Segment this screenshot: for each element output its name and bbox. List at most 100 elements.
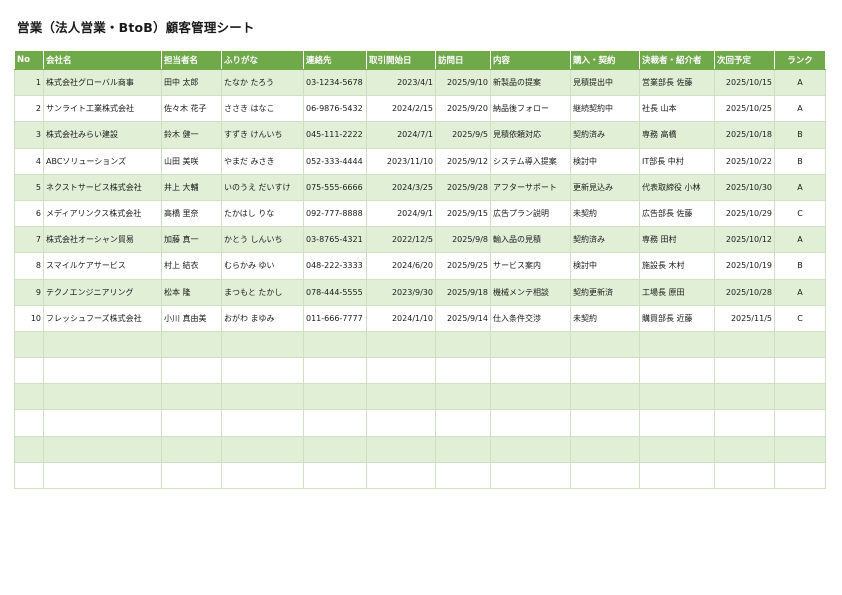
cell-contact[interactable]: 加藤 真一 bbox=[161, 226, 222, 254]
cell-decision-maker[interactable] bbox=[639, 357, 715, 385]
cell-decision-maker[interactable]: 広告部長 佐藤 bbox=[639, 199, 715, 228]
cell-content[interactable]: 仕入条件交渉 bbox=[490, 304, 571, 332]
cell-contract[interactable]: 検討中 bbox=[570, 147, 640, 175]
cell-furigana[interactable]: たなか たろう bbox=[221, 68, 304, 97]
col-header-phone[interactable]: 連絡先 bbox=[303, 50, 367, 70]
cell-furigana[interactable]: たかはし りな bbox=[221, 199, 304, 228]
cell-next-plan[interactable] bbox=[714, 330, 775, 359]
cell-furigana[interactable]: おがわ まゆみ bbox=[221, 304, 304, 332]
cell-phone[interactable] bbox=[303, 409, 367, 437]
cell-start-date[interactable]: 2024/2/15 bbox=[366, 95, 436, 123]
cell-contract[interactable] bbox=[570, 461, 640, 490]
cell-decision-maker[interactable]: 工場長 原田 bbox=[639, 278, 715, 306]
cell-phone[interactable] bbox=[303, 330, 367, 359]
cell-furigana[interactable]: やまだ みさき bbox=[221, 147, 304, 175]
cell-visit-date[interactable] bbox=[435, 383, 491, 411]
cell-decision-maker[interactable]: 営業部長 佐藤 bbox=[639, 68, 715, 97]
cell-start-date[interactable]: 2023/11/10 bbox=[366, 147, 436, 175]
cell-next-plan[interactable]: 2025/11/5 bbox=[714, 304, 775, 332]
cell-rank[interactable]: A bbox=[774, 226, 826, 254]
cell-next-plan[interactable]: 2025/10/28 bbox=[714, 278, 775, 306]
cell-rank[interactable] bbox=[774, 357, 826, 385]
cell-visit-date[interactable]: 2025/9/18 bbox=[435, 278, 491, 306]
cell-furigana[interactable] bbox=[221, 461, 304, 490]
cell-company[interactable] bbox=[43, 383, 162, 411]
cell-phone[interactable]: 03-8765-4321 bbox=[303, 226, 367, 254]
cell-contract[interactable]: 未契約 bbox=[570, 199, 640, 228]
cell-rank[interactable]: B bbox=[774, 252, 826, 280]
cell-company[interactable] bbox=[43, 357, 162, 385]
cell-decision-maker[interactable] bbox=[639, 330, 715, 359]
cell-contract[interactable] bbox=[570, 357, 640, 385]
cell-contact[interactable] bbox=[161, 357, 222, 385]
col-header-contract[interactable]: 購入・契約 bbox=[570, 50, 640, 70]
cell-decision-maker[interactable]: IT部長 中村 bbox=[639, 147, 715, 175]
cell-contract[interactable]: 更新見込み bbox=[570, 173, 640, 201]
cell-visit-date[interactable]: 2025/9/28 bbox=[435, 173, 491, 201]
cell-company[interactable]: 株式会社みらい建設 bbox=[43, 121, 162, 149]
col-header-no[interactable]: No bbox=[14, 50, 44, 70]
cell-next-plan[interactable] bbox=[714, 409, 775, 437]
cell-phone[interactable]: 075-555-6666 bbox=[303, 173, 367, 201]
cell-rank[interactable] bbox=[774, 330, 826, 359]
cell-company[interactable]: ABCソリューションズ bbox=[43, 147, 162, 175]
cell-furigana[interactable] bbox=[221, 409, 304, 437]
cell-company[interactable] bbox=[43, 330, 162, 359]
col-header-contact[interactable]: 担当者名 bbox=[161, 50, 222, 70]
cell-content[interactable] bbox=[490, 357, 571, 385]
cell-phone[interactable]: 045-111-2222 bbox=[303, 121, 367, 149]
cell-contract[interactable] bbox=[570, 435, 640, 463]
cell-rank[interactable]: B bbox=[774, 121, 826, 149]
cell-next-plan[interactable]: 2025/10/29 bbox=[714, 199, 775, 228]
cell-content[interactable]: 広告プラン説明 bbox=[490, 199, 571, 228]
cell-decision-maker[interactable] bbox=[639, 461, 715, 490]
cell-next-plan[interactable]: 2025/10/18 bbox=[714, 121, 775, 149]
cell-phone[interactable]: 052-333-4444 bbox=[303, 147, 367, 175]
cell-contract[interactable]: 契約済み bbox=[570, 226, 640, 254]
cell-contact[interactable] bbox=[161, 435, 222, 463]
cell-no[interactable] bbox=[14, 409, 44, 437]
cell-contract[interactable]: 継続契約中 bbox=[570, 95, 640, 123]
cell-decision-maker[interactable] bbox=[639, 435, 715, 463]
cell-next-plan[interactable] bbox=[714, 357, 775, 385]
cell-contact[interactable] bbox=[161, 409, 222, 437]
cell-contract[interactable] bbox=[570, 383, 640, 411]
cell-start-date[interactable]: 2024/9/1 bbox=[366, 199, 436, 228]
cell-start-date[interactable] bbox=[366, 409, 436, 437]
cell-content[interactable] bbox=[490, 435, 571, 463]
cell-furigana[interactable]: むらかみ ゆい bbox=[221, 252, 304, 280]
cell-phone[interactable] bbox=[303, 435, 367, 463]
cell-no[interactable]: 7 bbox=[14, 226, 44, 254]
col-header-rank[interactable]: ランク bbox=[774, 50, 826, 70]
cell-contact[interactable]: 松本 隆 bbox=[161, 278, 222, 306]
cell-contact[interactable] bbox=[161, 383, 222, 411]
cell-no[interactable]: 5 bbox=[14, 173, 44, 201]
cell-company[interactable] bbox=[43, 435, 162, 463]
cell-contact[interactable]: 井上 大輔 bbox=[161, 173, 222, 201]
cell-company[interactable]: 株式会社オーシャン貿易 bbox=[43, 226, 162, 254]
cell-rank[interactable]: B bbox=[774, 147, 826, 175]
cell-company[interactable]: メディアリンクス株式会社 bbox=[43, 199, 162, 228]
cell-content[interactable]: サービス案内 bbox=[490, 252, 571, 280]
col-header-decision-maker[interactable]: 決裁者・紹介者 bbox=[639, 50, 715, 70]
cell-start-date[interactable] bbox=[366, 357, 436, 385]
cell-no[interactable]: 4 bbox=[14, 147, 44, 175]
cell-visit-date[interactable] bbox=[435, 461, 491, 490]
cell-furigana[interactable] bbox=[221, 357, 304, 385]
cell-content[interactable]: アフターサポート bbox=[490, 173, 571, 201]
cell-contact[interactable]: 村上 結衣 bbox=[161, 252, 222, 280]
cell-next-plan[interactable] bbox=[714, 383, 775, 411]
cell-next-plan[interactable]: 2025/10/12 bbox=[714, 226, 775, 254]
cell-content[interactable]: 機械メンテ相談 bbox=[490, 278, 571, 306]
cell-company[interactable]: 株式会社グローバル商事 bbox=[43, 68, 162, 97]
cell-rank[interactable]: A bbox=[774, 95, 826, 123]
cell-furigana[interactable]: いのうえ だいすけ bbox=[221, 173, 304, 201]
cell-phone[interactable]: 078-444-5555 bbox=[303, 278, 367, 306]
col-header-next-plan[interactable]: 次回予定 bbox=[714, 50, 775, 70]
cell-phone[interactable]: 011-666-7777 bbox=[303, 304, 367, 332]
cell-decision-maker[interactable] bbox=[639, 383, 715, 411]
cell-visit-date[interactable] bbox=[435, 330, 491, 359]
cell-rank[interactable] bbox=[774, 435, 826, 463]
cell-visit-date[interactable] bbox=[435, 409, 491, 437]
cell-furigana[interactable] bbox=[221, 330, 304, 359]
